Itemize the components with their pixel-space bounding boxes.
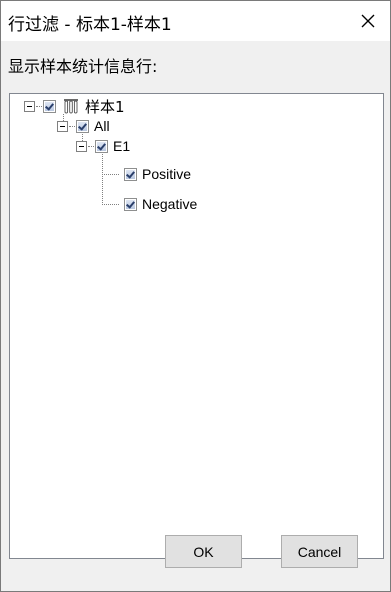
test-tube-rack-icon — [64, 99, 78, 114]
close-icon — [361, 14, 375, 28]
tree-node-label: Positive — [142, 166, 192, 182]
collapse-toggle[interactable] — [76, 140, 87, 152]
sample-checkbox[interactable] — [43, 99, 56, 113]
e1-checkbox[interactable] — [95, 139, 108, 153]
tree-node-sample[interactable]: 样本1 — [24, 96, 125, 116]
window-title: 行过滤 - 标本1-样本1 — [8, 15, 172, 35]
tree-node-e1[interactable]: E1 — [76, 136, 130, 156]
tree-node-positive[interactable]: Positive — [124, 164, 191, 184]
close-button[interactable] — [346, 1, 390, 41]
tree-node-label: E1 — [113, 138, 131, 154]
tree-node-all[interactable]: All — [57, 116, 110, 136]
ok-button[interactable]: OK — [165, 535, 242, 568]
tree-view[interactable]: 样本1 All E1 Positive Negative — [9, 93, 384, 559]
dialog-body: 显示样本统计信息行: 样本1 All E1 Positive Negative … — [1, 41, 390, 591]
negative-checkbox[interactable] — [124, 197, 137, 211]
all-checkbox[interactable] — [76, 119, 89, 133]
collapse-toggle[interactable] — [57, 120, 68, 132]
tree-connector — [102, 154, 103, 205]
prompt-label: 显示样本统计信息行: — [8, 57, 158, 76]
cancel-button[interactable]: Cancel — [281, 535, 358, 568]
title-bar[interactable]: 行过滤 - 标本1-样本1 — [1, 1, 390, 41]
tree-node-negative[interactable]: Negative — [124, 194, 197, 214]
dialog-window: 行过滤 - 标本1-样本1 显示样本统计信息行: 样本1 All E1 Posi… — [0, 0, 391, 592]
tree-connector — [102, 204, 119, 205]
positive-checkbox[interactable] — [124, 167, 137, 181]
tree-node-label: Negative — [142, 196, 198, 212]
tree-node-label: All — [94, 118, 110, 134]
tree-node-label: 样本1 — [85, 97, 125, 116]
tree-connector — [102, 174, 119, 175]
collapse-toggle[interactable] — [24, 100, 35, 112]
